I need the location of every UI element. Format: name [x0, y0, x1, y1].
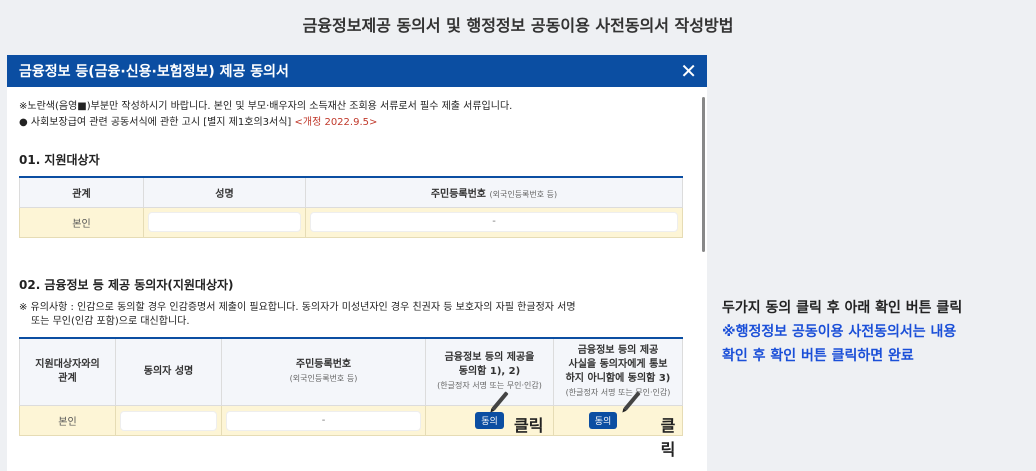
header-rrn-label: 주민등록번호	[430, 188, 487, 200]
consent-provide-button[interactable]: 동의	[475, 412, 504, 429]
notice-line-2: ● 사회보장급여 관련 공동서식에 관한 고시 [별지 제1호의3서식] <개정…	[19, 115, 687, 131]
header-consent1-l2: 동의함 1), 2)	[458, 365, 521, 377]
notice-line-2-text: ● 사회보장급여 관련 공동서식에 관한 고시 [별지 제1호의3서식]	[19, 117, 292, 128]
header-consent1-sub: (한글정자 서명 또는 무인·인감)	[437, 380, 542, 390]
cell-consenter-name	[115, 405, 222, 436]
header-relation-l2: 관계	[58, 372, 77, 384]
header-rrn-sub: (외국인등록번호 등)	[489, 189, 558, 199]
notice-line-1: ※노란색(음영■)부분만 작성하시기 바랍니다. 본인 및 부모·배우자의 소득…	[19, 101, 513, 112]
cell-rrn: -	[221, 405, 426, 436]
warning-line-1: ※ 유의사항 : 인감으로 동의할 경우 인감증명서 제출이 필요합니다. 동의…	[19, 301, 576, 313]
header-rrn-sub: (외국인등록번호 등)	[289, 373, 358, 383]
header-relation: 지원대상자와의 관계	[19, 337, 116, 406]
applicant-table: 관계 성명 주민등록번호 (외국인등록번호 등) 본인 -	[19, 176, 683, 238]
click-label: 클릭	[514, 416, 544, 435]
close-icon[interactable]: ✕	[680, 61, 697, 81]
header-relation: 관계	[19, 176, 144, 208]
header-consent2-sub: (한글정자 서명 또는 무인·인감)	[565, 387, 671, 397]
table-row: 본인 -	[19, 206, 683, 238]
revised-date: <개정 2022.9.5>	[294, 117, 378, 128]
consenter-name-input[interactable]	[120, 410, 217, 431]
cell-relation: 본인	[19, 206, 144, 238]
cell-rrn: -	[305, 206, 683, 238]
dialog-title: 금융정보 등(금융·신용·보험정보) 제공 동의서	[19, 64, 289, 80]
header-consent2-l2: 사실을 동의자에게 통보	[568, 358, 668, 370]
notice: ※노란색(음영■)부분만 작성하시기 바랍니다. 본인 및 부모·배우자의 소득…	[19, 99, 687, 131]
header-rrn-label: 주민등록번호	[295, 358, 352, 370]
consenter-table: 지원대상자와의 관계 동의자 성명 주민등록번호 (외국인등록번호 등) 금융정…	[19, 336, 683, 459]
warning-note: ※ 유의사항 : 인감으로 동의할 경우 인감증명서 제출이 필요합니다. 동의…	[19, 301, 687, 329]
header-consent-no-notify: 금융정보 등의 제공 사실을 동의자에게 통보 하지 아니함에 동의함 3) (…	[553, 337, 683, 406]
click-label: 클릭	[660, 416, 676, 459]
header-consent-provide: 금융정보 등의 제공을 동의함 1), 2) (한글정자 서명 또는 무인·인감…	[425, 337, 554, 406]
cell-relation: 본인	[19, 405, 116, 436]
header-consent2-l3: 하지 아니함에 동의함 3)	[565, 372, 671, 384]
instruction-line-3: 확인 후 확인 버튼 클릭하면 완료	[722, 348, 914, 364]
rrn-input[interactable]: -	[226, 410, 421, 431]
section1-title: 01. 지원대상자	[19, 153, 100, 167]
cell-name	[143, 206, 306, 238]
header-rrn: 주민등록번호 (외국인등록번호 등)	[305, 176, 683, 208]
table-header-row: 지원대상자와의 관계 동의자 성명 주민등록번호 (외국인등록번호 등) 금융정…	[19, 337, 683, 406]
header-relation-l1: 지원대상자와의	[35, 358, 100, 370]
cell-consent-no-notify: 동의 클릭	[553, 391, 683, 459]
cell-consent-provide: 동의 클릭	[425, 391, 554, 436]
header-name: 성명	[143, 176, 306, 208]
page-heading: 금융정보제공 동의서 및 행정정보 공동이용 사전동의서 작성방법	[302, 16, 734, 35]
side-instruction: 두가지 동의 클릭 후 아래 확인 버튼 클릭 ※행정정보 공동이용 사전동의서…	[722, 296, 1032, 368]
header-consenter-name: 동의자 성명	[115, 337, 222, 406]
header-rrn: 주민등록번호 (외국인등록번호 등)	[221, 337, 426, 406]
table-header-row: 관계 성명 주민등록번호 (외국인등록번호 등)	[19, 176, 683, 208]
warning-line-2: 또는 무인(인감 포함)으로 대신합니다.	[31, 315, 190, 327]
header-consent1-l1: 금융정보 등의 제공을	[444, 351, 535, 363]
dialog-content: ※노란색(음영■)부분만 작성하시기 바랍니다. 본인 및 부모·배우자의 소득…	[7, 87, 707, 459]
rrn-input[interactable]: -	[310, 212, 678, 232]
header-consent2-l1: 금융정보 등의 제공	[577, 344, 659, 356]
section2-title: 02. 금융정보 등 제공 동의자(지원대상자)	[19, 277, 234, 292]
consent-no-notify-button[interactable]: 동의	[588, 412, 618, 429]
scrollbar[interactable]	[702, 97, 705, 252]
instruction-line-2: ※행정정보 공동이용 사전동의서는 내용	[722, 324, 957, 340]
name-input[interactable]	[148, 212, 301, 232]
dialog-header: 금융정보 등(금융·신용·보험정보) 제공 동의서 ✕	[7, 55, 707, 87]
table-row: 본인 - 동의 클릭 동의 클릭	[19, 391, 683, 459]
consent-dialog: 금융정보 등(금융·신용·보험정보) 제공 동의서 ✕ ※노란색(음영■)부분만…	[7, 55, 707, 471]
instruction-line-1: 두가지 동의 클릭 후 아래 확인 버튼 클릭	[722, 300, 963, 316]
